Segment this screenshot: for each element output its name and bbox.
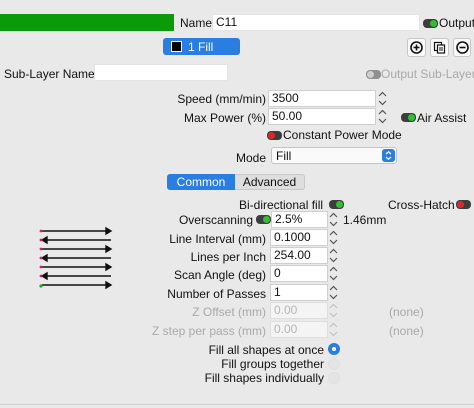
remove-sublayer-button[interactable] <box>453 38 471 57</box>
max-power-stepper[interactable] <box>377 108 388 125</box>
fill-groups-label: Fill groups together <box>221 357 324 371</box>
tab-advanced[interactable]: Advanced <box>235 174 305 190</box>
sublayer-name-field[interactable] <box>94 64 228 81</box>
lines-per-inch-stepper[interactable] <box>328 247 339 264</box>
speed-label: Speed (mm/min) <box>177 92 266 106</box>
fill-individually-label: Fill shapes individually <box>204 371 324 385</box>
max-power-label: Max Power (%) <box>183 111 266 125</box>
z-step-note: (none) <box>389 324 424 338</box>
scan-angle-stepper[interactable] <box>328 265 339 282</box>
layer-chip[interactable]: 1 Fill <box>163 38 240 55</box>
overscanning-label: Overscanning <box>178 213 253 227</box>
fill-preview <box>39 226 113 290</box>
preview-dot-2 <box>39 238 43 242</box>
minus-circle-icon <box>455 41 469 54</box>
fill-groups-radio[interactable] <box>328 358 340 370</box>
air-assist-label: Air Assist <box>417 111 467 125</box>
z-step-stepper[interactable] <box>328 321 339 338</box>
copy-icon <box>433 41 446 54</box>
preview-line-1 <box>42 226 113 236</box>
mode-select-value: Fill <box>276 149 292 163</box>
output-sublayer-label: Output Sub-Layer <box>381 67 474 81</box>
bidirectional-label: Bi-directional fill <box>239 198 324 212</box>
copy-sublayer-button[interactable] <box>430 38 449 57</box>
preview-line-2 <box>40 235 111 245</box>
layer-chip-label: 1 Fill <box>188 39 214 54</box>
cross-hatch-toggle[interactable] <box>456 200 471 209</box>
air-assist-toggle[interactable] <box>401 113 416 122</box>
name-label: Name <box>180 16 213 30</box>
z-offset-label: Z Offset (mm) <box>192 305 266 319</box>
z-step-field[interactable]: 0.00 <box>270 321 328 338</box>
line-interval-label: Line Interval (mm) <box>169 232 266 246</box>
line-interval-field[interactable]: 0.1000 <box>270 229 328 246</box>
overscanning-computed: 1.46mm <box>343 213 387 227</box>
cross-hatch-label: Cross-Hatch <box>388 198 455 212</box>
add-sublayer-button[interactable] <box>407 38 426 57</box>
preview-line-3 <box>42 244 113 254</box>
speed-stepper[interactable] <box>377 90 388 107</box>
preview-line-4 <box>40 253 111 263</box>
output-label: Output <box>439 16 474 30</box>
z-offset-stepper[interactable] <box>328 302 339 319</box>
mode-label: Mode <box>235 151 266 165</box>
z-offset-field[interactable]: 0.00 <box>270 302 328 319</box>
max-power-field[interactable]: 50.00 <box>268 108 376 125</box>
overscanning-field[interactable]: 2.5% <box>271 211 328 228</box>
fill-all-label: Fill all shapes at once <box>208 343 324 357</box>
preview-line-7 <box>42 280 113 290</box>
mode-select[interactable]: Fill <box>271 147 397 164</box>
passes-field[interactable]: 1 <box>270 284 328 301</box>
passes-stepper[interactable] <box>328 284 339 301</box>
bottom-divider <box>0 404 474 405</box>
radio-dot <box>332 347 336 351</box>
z-offset-note: (none) <box>389 305 424 319</box>
name-field[interactable]: C11 <box>212 14 420 31</box>
preview-dot-5 <box>39 265 43 269</box>
scan-angle-field[interactable]: 0 <box>270 265 328 282</box>
output-toggle[interactable] <box>423 19 438 28</box>
preview-dot-4 <box>39 256 43 260</box>
layer-color-bar[interactable] <box>0 14 174 31</box>
preview-line-5 <box>42 262 113 272</box>
plus-circle-icon <box>410 41 423 54</box>
output-sublayer-toggle[interactable] <box>366 70 381 79</box>
preview-line-6 <box>40 271 111 281</box>
lines-per-inch-field[interactable]: 254.00 <box>270 247 328 264</box>
passes-label: Number of Passes <box>167 287 266 301</box>
constant-power-toggle[interactable] <box>267 131 282 140</box>
speed-field[interactable]: 3500 <box>268 90 376 107</box>
chevron-updown-icon <box>382 149 395 162</box>
constant-power-label: Constant Power Mode <box>283 128 402 142</box>
z-step-label: Z step per pass (mm) <box>151 324 266 338</box>
overscanning-toggle[interactable] <box>256 215 271 224</box>
preview-dot-1 <box>39 229 43 233</box>
preview-dot-3 <box>39 247 43 251</box>
fill-individually-radio[interactable] <box>328 372 340 384</box>
preview-dot-6 <box>39 274 43 278</box>
line-interval-stepper[interactable] <box>328 229 339 246</box>
tab-common[interactable]: Common <box>167 174 235 190</box>
scan-angle-label: Scan Angle (deg) <box>173 268 266 282</box>
fill-all-radio[interactable] <box>328 343 340 355</box>
overscanning-stepper[interactable] <box>328 211 339 228</box>
sublayer-name-label: Sub-Layer Name <box>4 67 95 81</box>
preview-dot-7 <box>39 284 43 288</box>
layer-swatch <box>171 41 182 52</box>
bidirectional-toggle[interactable] <box>329 200 344 209</box>
lines-per-inch-label: Lines per Inch <box>190 250 266 264</box>
